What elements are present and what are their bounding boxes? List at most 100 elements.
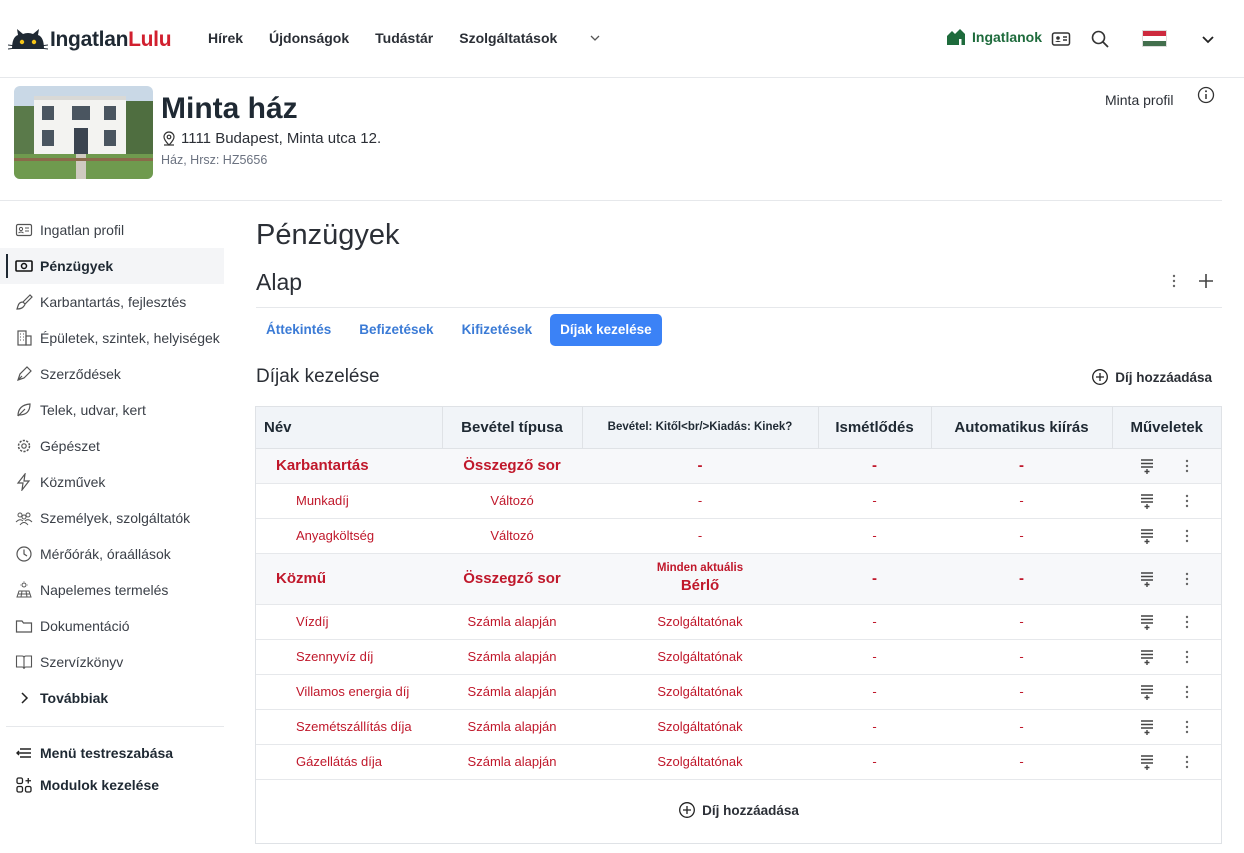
more-options-icon[interactable] (1165, 272, 1183, 290)
cell-party: Szolgáltatónak (582, 639, 818, 675)
add-row-below-icon[interactable] (1138, 648, 1156, 666)
logo[interactable]: IngatlanLulu (8, 26, 172, 54)
id-card-icon (15, 223, 33, 237)
sidebar-item-szervizkonyv[interactable]: Szervízkönyv (0, 644, 224, 680)
add-fee-bottom-button[interactable]: Díj hozzáadása (256, 801, 1221, 819)
column-header-party[interactable]: Bevétel: Kitől<br/>Kiadás: Kinek? (582, 407, 819, 449)
sidebar-item-penzugyek[interactable]: Pénzügyek (0, 248, 224, 284)
right-nav: Ingatlanok (934, 26, 1244, 52)
sidebar-item-ingatlan-profil[interactable]: Ingatlan profil (0, 212, 224, 248)
column-header-income-type[interactable]: Bevétel típusa (442, 407, 583, 449)
sidebar-item-gepeszet[interactable]: Gépészet (0, 428, 224, 464)
brush-icon (16, 294, 33, 310)
add-row-below-icon[interactable] (1138, 683, 1156, 701)
table-row[interactable]: Karbantartás Összegző sor - - - (256, 448, 1221, 484)
more-options-icon[interactable] (1178, 457, 1196, 475)
sidebar-item-label: Mérőórák, óraállások (40, 546, 171, 562)
sidebar-item-telek[interactable]: Telek, udvar, kert (0, 392, 224, 428)
sidebar-item-meroorak[interactable]: Mérőórák, óraállások (0, 536, 224, 572)
nav-hirek[interactable]: Hírek (208, 30, 243, 46)
cell-name[interactable]: Karbantartás (256, 448, 442, 484)
contact-card-icon[interactable] (1050, 28, 1072, 50)
more-options-icon[interactable] (1178, 753, 1196, 771)
sidebar-item-szemelyek[interactable]: Személyek, szolgáltatók (0, 500, 224, 536)
cell-party: Szolgáltatónak (582, 674, 818, 710)
cell-name[interactable]: Közmű (256, 553, 442, 605)
tab-befizetesek[interactable]: Befizetések (349, 314, 443, 346)
properties-link[interactable]: Ingatlanok (946, 28, 1042, 46)
cell-name[interactable]: Gázellátás díja (256, 744, 442, 780)
tab-attekintes[interactable]: Áttekintés (256, 314, 341, 346)
hungarian-flag-icon[interactable] (1142, 30, 1167, 47)
table-row[interactable]: Közmű Összegző sor Minden aktuális Bérlő - - (256, 553, 1221, 605)
sidebar-item-kozmuvek[interactable]: Közművek (0, 464, 224, 500)
add-icon[interactable] (1196, 271, 1216, 291)
sidebar-item-napelemes[interactable]: Napelemes termelés (0, 572, 224, 608)
table-row[interactable]: Szennyvíz díj Számla alapján Szolgáltatóna… (256, 639, 1221, 675)
cell-actions (1112, 483, 1221, 519)
more-options-icon[interactable] (1178, 648, 1196, 666)
table-row[interactable]: Munkadíj Változó - - - (256, 483, 1221, 519)
column-header-repeat[interactable]: Ismétlődés (818, 407, 932, 449)
cell-actions (1112, 448, 1221, 484)
cell-name[interactable]: Vízdíj (256, 604, 442, 640)
more-options-icon[interactable] (1178, 527, 1196, 545)
cell-repeat: - (818, 674, 931, 710)
cell-name[interactable]: Munkadíj (256, 483, 442, 519)
cell-income-type: Számla alapján (442, 674, 582, 710)
sidebar-item-dokumentacio[interactable]: Dokumentáció (0, 608, 224, 644)
cell-actions (1112, 674, 1221, 710)
more-options-icon[interactable] (1178, 718, 1196, 736)
sidebar-item-szerzodesek[interactable]: Szerződések (0, 356, 224, 392)
table-row[interactable]: Villamos energia díj Számla alapján Szolgá… (256, 674, 1221, 710)
table-row[interactable]: Anyagköltség Változó - - - (256, 518, 1221, 554)
chevron-down-icon[interactable] (1197, 28, 1219, 50)
table-row[interactable]: Szemétszállítás díja Számla alapján Szolgá… (256, 709, 1221, 745)
cell-name[interactable]: Szennyvíz díj (256, 639, 442, 675)
more-options-icon[interactable] (1178, 492, 1196, 510)
cell-actions (1112, 744, 1221, 780)
cell-name[interactable]: Villamos energia díj (256, 674, 442, 710)
more-options-icon[interactable] (1178, 570, 1196, 588)
sidebar-item-label: Napelemes termelés (40, 582, 169, 598)
add-row-below-icon[interactable] (1138, 613, 1156, 631)
cell-auto: - (931, 553, 1112, 605)
cell-repeat: - (818, 518, 931, 554)
property-photo (14, 86, 153, 179)
nav-ujdonsagok[interactable]: Újdonságok (269, 30, 349, 46)
sidebar-item-epuletek[interactable]: Épületek, szintek, helyiségek (0, 320, 224, 356)
logo-text-part2: Lulu (128, 28, 172, 51)
column-header-name[interactable]: Név (256, 407, 443, 449)
add-row-below-icon[interactable] (1138, 457, 1156, 475)
cell-party-bottom: Bérlő (680, 577, 720, 595)
sidebar-modules-manage[interactable]: Modulok kezelése (0, 769, 224, 801)
sidebar-item-karbantartas[interactable]: Karbantartás, fejlesztés (0, 284, 224, 320)
column-header-auto[interactable]: Automatikus kiírás (931, 407, 1113, 449)
tab-dijak-kezelese[interactable]: Díjak kezelése (550, 314, 662, 346)
add-row-below-icon[interactable] (1138, 492, 1156, 510)
search-icon[interactable] (1089, 28, 1111, 50)
cell-name[interactable]: Anyagköltség (256, 518, 442, 554)
add-row-below-icon[interactable] (1138, 527, 1156, 545)
table-row[interactable]: Vízdíj Számla alapján Szolgáltatónak - - (256, 604, 1221, 640)
tab-kifizetesek[interactable]: Kifizetések (452, 314, 543, 346)
cat-logo-icon (8, 29, 48, 50)
nav-tudastar[interactable]: Tudástár (375, 30, 433, 46)
more-options-icon[interactable] (1178, 683, 1196, 701)
sidebar-item-label: Pénzügyek (40, 258, 114, 274)
plus-circle-icon (1092, 369, 1109, 385)
sidebar-menu-customize[interactable]: Menü testreszabása (0, 737, 224, 769)
nav-szolgaltatasok[interactable]: Szolgáltatások (459, 30, 601, 46)
add-row-below-icon[interactable] (1138, 718, 1156, 736)
info-icon[interactable] (1197, 86, 1215, 104)
add-fee-button[interactable]: Díj hozzáadása (1091, 368, 1212, 386)
cell-name[interactable]: Szemétszállítás díja (256, 709, 442, 745)
more-options-icon[interactable] (1178, 613, 1196, 631)
profile-label[interactable]: Minta profil (1105, 92, 1173, 108)
table-row[interactable]: Gázellátás díja Számla alapján Szolgáltató… (256, 744, 1221, 780)
cell-party: Szolgáltatónak (582, 709, 818, 745)
sidebar-item-tovabbiak[interactable]: Továbbiak (0, 680, 224, 716)
add-row-below-icon[interactable] (1138, 753, 1156, 771)
add-row-below-icon[interactable] (1138, 570, 1156, 588)
cell-party: Szolgáltatónak (582, 604, 818, 640)
